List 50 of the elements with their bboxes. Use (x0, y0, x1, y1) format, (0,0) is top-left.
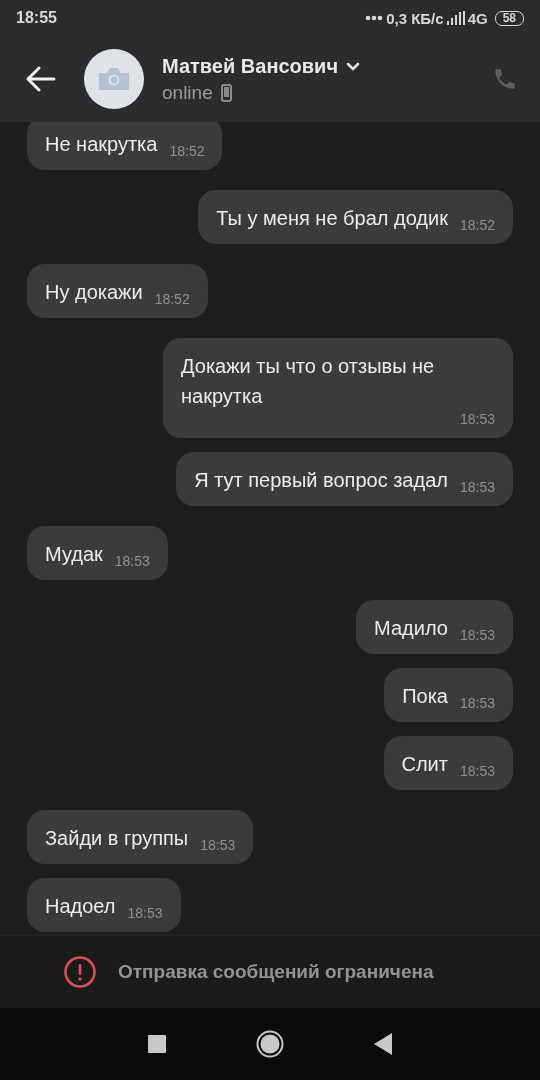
online-status: online (162, 81, 213, 104)
message-time: 18:53 (459, 695, 495, 711)
message-time: 18:52 (154, 291, 190, 307)
network-type: 4G (467, 9, 488, 27)
message-time: 18:53 (459, 763, 495, 779)
dots-icon (365, 15, 384, 21)
back-button[interactable] (26, 64, 56, 94)
message-time: 18:52 (169, 143, 205, 159)
message-time: 18:53 (114, 553, 150, 569)
outgoing-message-bubble[interactable]: Я тут первый вопрос задал 18:53 (176, 452, 513, 506)
message-text: Надоел (45, 894, 116, 919)
incoming-message-bubble[interactable]: Надоел 18:53 (27, 878, 181, 932)
camera-icon (99, 68, 129, 90)
avatar[interactable] (84, 49, 144, 109)
home-button[interactable] (256, 1030, 284, 1058)
incoming-message-bubble[interactable]: Не накрутка 18:52 (27, 122, 223, 170)
signal-icon (446, 11, 465, 25)
message-time: 18:53 (127, 905, 163, 921)
restriction-notice: Отправка сообщений ограничена (118, 961, 434, 983)
outgoing-message-bubble[interactable]: Докажи ты что о отзывы не накрутка 18:53 (163, 338, 513, 438)
incoming-message-bubble[interactable]: Ну докажи 18:52 (27, 264, 208, 318)
message-text: Не накрутка (45, 132, 158, 157)
alert-icon (64, 956, 96, 988)
back-nav-button[interactable] (374, 1033, 392, 1055)
message-text: Ты у меня не брал додик (216, 206, 448, 231)
message-text: Зайди в группы (45, 826, 189, 851)
network-speed: 0,3 КБ/с (386, 9, 444, 27)
message-text: Ну докажи (45, 280, 143, 305)
outgoing-message-bubble[interactable]: Ты у меня не брал додик 18:52 (198, 190, 513, 244)
message-time: 18:53 (200, 837, 236, 853)
chevron-down-icon[interactable] (346, 61, 360, 71)
message-text: Пока (402, 684, 448, 709)
incoming-message-bubble[interactable]: Зайди в группы 18:53 (27, 810, 254, 864)
outgoing-message-bubble[interactable]: Слит 18:53 (383, 736, 513, 790)
message-text: Слит (401, 752, 448, 777)
message-text: Мудак (45, 542, 103, 567)
contact-name[interactable]: Матвей Вансович (162, 54, 338, 78)
battery-level: 58 (494, 10, 524, 26)
message-text: Докажи ты что о отзывы не накрутка (181, 354, 436, 409)
message-time: 18:53 (459, 411, 495, 427)
incoming-message-bubble[interactable]: Мудак 18:53 (27, 526, 168, 580)
message-text: Мадило (374, 616, 448, 641)
phone-device-icon (220, 83, 232, 102)
message-text: Я тут первый вопрос задал (194, 468, 448, 493)
outgoing-message-bubble[interactable]: Мадило 18:53 (356, 600, 513, 654)
clock-time: 18:55 (16, 9, 57, 27)
message-time: 18:53 (459, 479, 495, 495)
message-time: 18:53 (459, 627, 495, 643)
outgoing-message-bubble[interactable]: Пока 18:53 (384, 668, 513, 722)
message-time: 18:52 (459, 217, 495, 233)
